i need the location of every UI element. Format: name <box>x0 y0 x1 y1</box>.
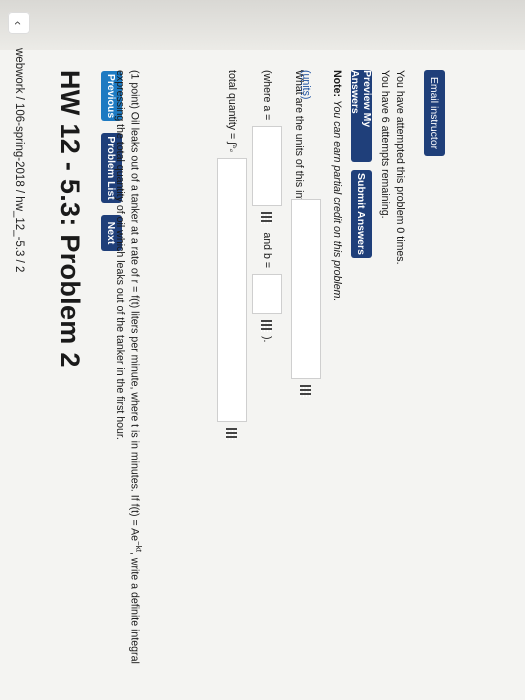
remaining-text: You have 6 attempts remaining. <box>379 70 391 219</box>
problem-text-2: , write a definite integral <box>128 551 141 664</box>
upper-limit-input[interactable] <box>252 274 282 314</box>
problem-statement: (1 point) Oil leaks out of a tanker at a… <box>113 70 207 680</box>
attempts-status: You have attempted this problem 0 times.… <box>377 70 407 265</box>
integrand-input[interactable] <box>217 158 247 423</box>
total-quantity-label: total quantity = ∫ <box>226 70 238 146</box>
problem-text-1: (1 point) Oil leaks out of a tanker at a… <box>128 70 141 542</box>
note-label: Note: <box>331 70 343 98</box>
breadcrumb: ‹ webwork / 106-spring-2018 / hw_12_-5.3… <box>6 12 32 652</box>
and-b-label: and b = <box>261 232 273 268</box>
note-text: You can earn partial credit on this prob… <box>331 100 343 302</box>
page: ‹ webwork / 106-spring-2018 / hw_12_-5.3… <box>0 0 525 700</box>
equation-editor-icon[interactable] <box>300 385 312 398</box>
breadcrumb-path[interactable]: webwork / 106-spring-2018 / hw_12_-5.3 /… <box>13 48 25 272</box>
equation-editor-icon[interactable] <box>261 320 273 332</box>
limits-row: (where a = and b = ). <box>252 70 282 342</box>
units-row: (units) <box>291 70 321 398</box>
chevron-left-icon[interactable]: ‹ <box>8 12 30 34</box>
close-paren: ). <box>261 336 273 343</box>
partial-credit-note: Note: You can earn partial credit on thi… <box>331 70 343 301</box>
units-input[interactable] <box>291 199 321 380</box>
lower-limit-input[interactable] <box>252 126 282 207</box>
units-link[interactable]: (units) <box>300 70 312 99</box>
submit-answers-button[interactable]: Submit Answers <box>351 170 372 258</box>
equation-editor-icon[interactable] <box>261 212 273 225</box>
preview-answers-button[interactable]: Preview My Answers <box>350 70 374 162</box>
problem-exponent: −kt <box>134 541 143 552</box>
problem-text-3: expressing the total quantity of oil whi… <box>114 70 127 440</box>
integral-limits: ᵇₐ <box>227 145 237 153</box>
integral-row: total quantity = ∫ ᵇₐ <box>217 70 247 441</box>
page-title: HW 12 - 5.3: Problem 2 <box>55 70 85 368</box>
attempted-text: You have attempted this problem 0 times. <box>394 70 406 265</box>
equation-editor-icon[interactable] <box>226 428 238 441</box>
email-instructor-button[interactable]: Email instructor <box>424 70 445 156</box>
where-a-label: (where a = <box>261 70 273 121</box>
